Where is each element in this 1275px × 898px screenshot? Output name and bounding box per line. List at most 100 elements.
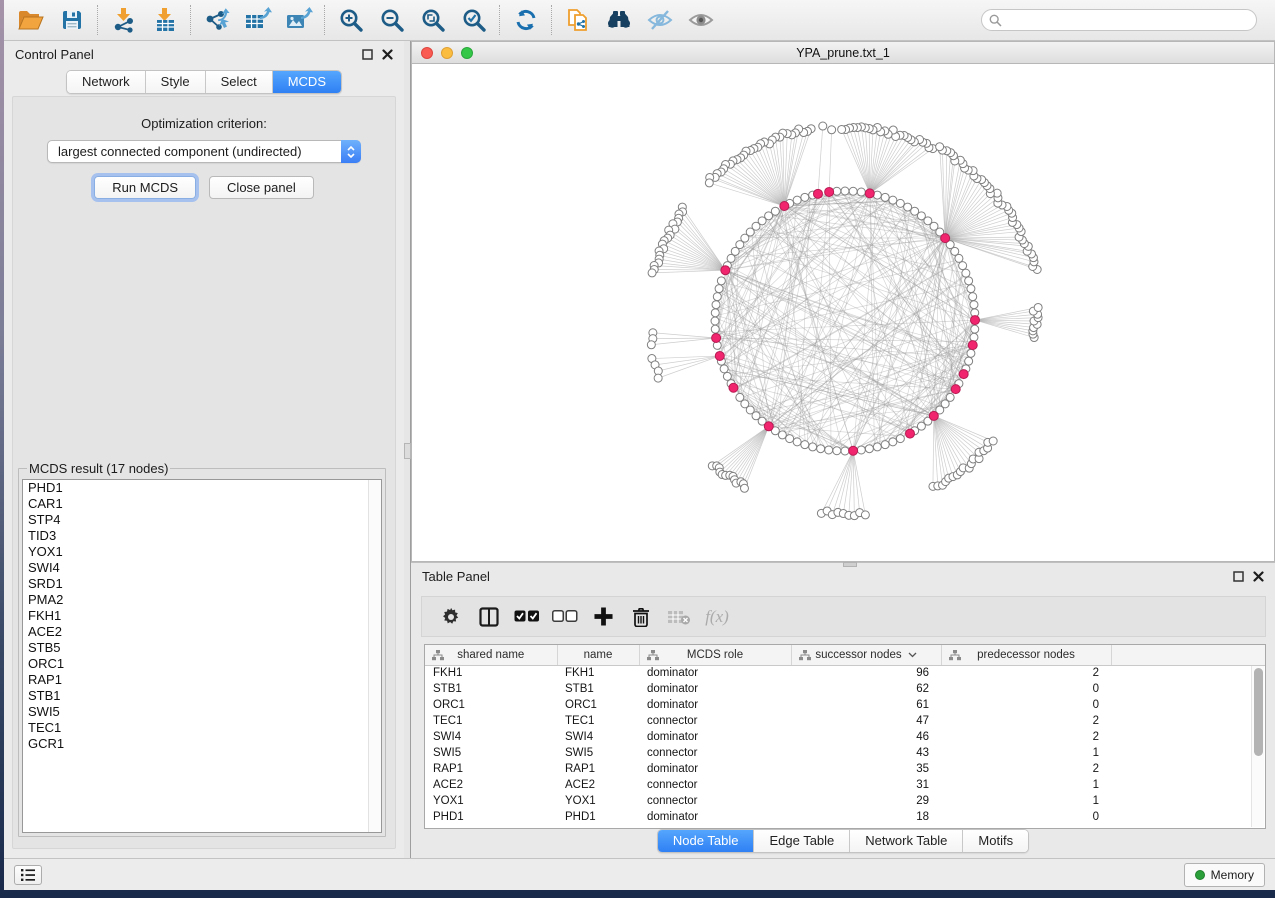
graph-node[interactable] — [838, 125, 846, 133]
column-header-mcds-role[interactable]: MCDS role — [639, 645, 791, 665]
close-panel-icon[interactable] — [1253, 571, 1264, 582]
import-network-button[interactable] — [103, 3, 144, 37]
column-header-predecessor-nodes[interactable]: predecessor nodes — [941, 645, 1111, 665]
graph-node[interactable] — [889, 438, 897, 446]
export-table-button[interactable] — [237, 3, 278, 37]
graph-node[interactable] — [946, 393, 954, 401]
zoom-selected-button[interactable] — [453, 3, 494, 37]
table-row[interactable]: YOX1YOX1connector291 — [425, 793, 1265, 809]
mcds-result-item[interactable]: TID3 — [23, 528, 381, 544]
tab-motifs[interactable]: Motifs — [963, 830, 1028, 852]
table-row[interactable]: TEC1TEC1connector472 — [425, 713, 1265, 729]
run-mcds-button[interactable]: Run MCDS — [94, 176, 196, 199]
graph-node[interactable] — [648, 269, 656, 277]
show-columns-button[interactable] — [470, 600, 508, 634]
graph-node[interactable] — [881, 441, 889, 449]
graph-node[interactable] — [778, 431, 786, 439]
table-row[interactable]: ACE2ACE2connector311 — [425, 777, 1265, 793]
graph-dominator-node[interactable] — [721, 266, 730, 275]
zoom-out-button[interactable] — [371, 3, 412, 37]
graph-node[interactable] — [857, 446, 865, 454]
horizontal-splitter-handle[interactable] — [843, 562, 857, 567]
graph-node[interactable] — [881, 193, 889, 201]
graph-node[interactable] — [989, 437, 997, 445]
graph-dominator-node[interactable] — [951, 385, 960, 394]
graph-node[interactable] — [841, 447, 849, 455]
graph-node[interactable] — [828, 126, 836, 134]
table-row[interactable]: ORC1ORC1dominator610 — [425, 697, 1265, 713]
table-scrollbar-thumb[interactable] — [1254, 668, 1263, 756]
graph-dominator-node[interactable] — [968, 341, 977, 350]
graph-node[interactable] — [970, 333, 978, 341]
column-header-shared-name[interactable]: shared name — [425, 645, 557, 665]
table-options-button[interactable] — [432, 600, 470, 634]
network-canvas[interactable] — [411, 64, 1275, 562]
graph-node[interactable] — [1034, 303, 1042, 311]
float-panel-icon[interactable] — [1233, 571, 1244, 582]
graph-node[interactable] — [712, 301, 720, 309]
graph-node[interactable] — [936, 143, 944, 151]
select-all-rows-button[interactable] — [508, 600, 546, 634]
show-task-history-button[interactable] — [14, 865, 42, 885]
memory-button[interactable]: Memory — [1184, 863, 1265, 887]
mcds-result-item[interactable]: SWI5 — [23, 704, 381, 720]
table-row[interactable]: STB1STB1dominator620 — [425, 681, 1265, 697]
mcds-result-item[interactable]: STB1 — [23, 688, 381, 704]
import-table-button[interactable] — [144, 3, 185, 37]
graph-node[interactable] — [825, 446, 833, 454]
mcds-result-item[interactable]: STB5 — [23, 640, 381, 656]
mcds-result-item[interactable]: PHD1 — [23, 480, 381, 496]
show-all-button[interactable] — [680, 3, 721, 37]
splitter-handle[interactable] — [404, 443, 411, 459]
close-panel-button[interactable]: Close panel — [209, 176, 314, 199]
graph-node[interactable] — [889, 196, 897, 204]
tab-select[interactable]: Select — [206, 71, 273, 93]
hide-selected-button[interactable] — [639, 3, 680, 37]
zoom-fit-button[interactable] — [412, 3, 453, 37]
graph-node[interactable] — [962, 269, 970, 277]
criterion-select[interactable]: largest connected component (undirected) — [47, 140, 361, 163]
graph-dominator-node[interactable] — [849, 446, 858, 455]
save-session-button[interactable] — [51, 3, 92, 37]
open-session-button[interactable] — [10, 3, 51, 37]
zoom-in-button[interactable] — [330, 3, 371, 37]
mcds-result-listbox[interactable]: PHD1CAR1STP4TID3YOX1SWI4SRD1PMA2FKH1ACE2… — [22, 479, 382, 833]
tab-network-table[interactable]: Network Table — [850, 830, 963, 852]
graph-node[interactable] — [857, 188, 865, 196]
first-neighbors-button[interactable] — [598, 3, 639, 37]
create-column-button[interactable] — [584, 600, 622, 634]
graph-dominator-node[interactable] — [906, 429, 915, 438]
mcds-result-item[interactable]: STP4 — [23, 512, 381, 528]
graph-node[interactable] — [896, 435, 904, 443]
graph-dominator-node[interactable] — [764, 422, 773, 431]
mcds-result-item[interactable]: CAR1 — [23, 496, 381, 512]
graph-node[interactable] — [841, 187, 849, 195]
graph-node[interactable] — [723, 372, 731, 380]
delete-columns-button[interactable] — [622, 600, 660, 634]
graph-node[interactable] — [715, 285, 723, 293]
tab-network[interactable]: Network — [67, 71, 146, 93]
graph-node[interactable] — [654, 374, 662, 382]
graph-dominator-node[interactable] — [780, 202, 789, 211]
graph-node[interactable] — [717, 277, 725, 285]
mcds-list-scrollbar[interactable] — [368, 480, 381, 832]
graph-node[interactable] — [970, 301, 978, 309]
graph-node[interactable] — [971, 325, 979, 333]
graph-dominator-node[interactable] — [729, 383, 738, 392]
mcds-result-item[interactable]: ORC1 — [23, 656, 381, 672]
tab-edge-table[interactable]: Edge Table — [754, 830, 850, 852]
graph-node[interactable] — [786, 435, 794, 443]
graph-node[interactable] — [647, 341, 655, 349]
graph-dominator-node[interactable] — [970, 316, 979, 325]
table-scrollbar[interactable] — [1251, 666, 1264, 827]
graph-node[interactable] — [793, 438, 801, 446]
mcds-result-item[interactable]: TEC1 — [23, 720, 381, 736]
graph-node[interactable] — [740, 484, 748, 492]
graph-dominator-node[interactable] — [959, 370, 968, 379]
close-panel-icon[interactable] — [382, 49, 393, 60]
graph-node[interactable] — [809, 443, 817, 451]
graph-node[interactable] — [801, 441, 809, 449]
graph-dominator-node[interactable] — [715, 351, 724, 360]
graph-node[interactable] — [705, 179, 713, 187]
float-panel-icon[interactable] — [362, 49, 373, 60]
